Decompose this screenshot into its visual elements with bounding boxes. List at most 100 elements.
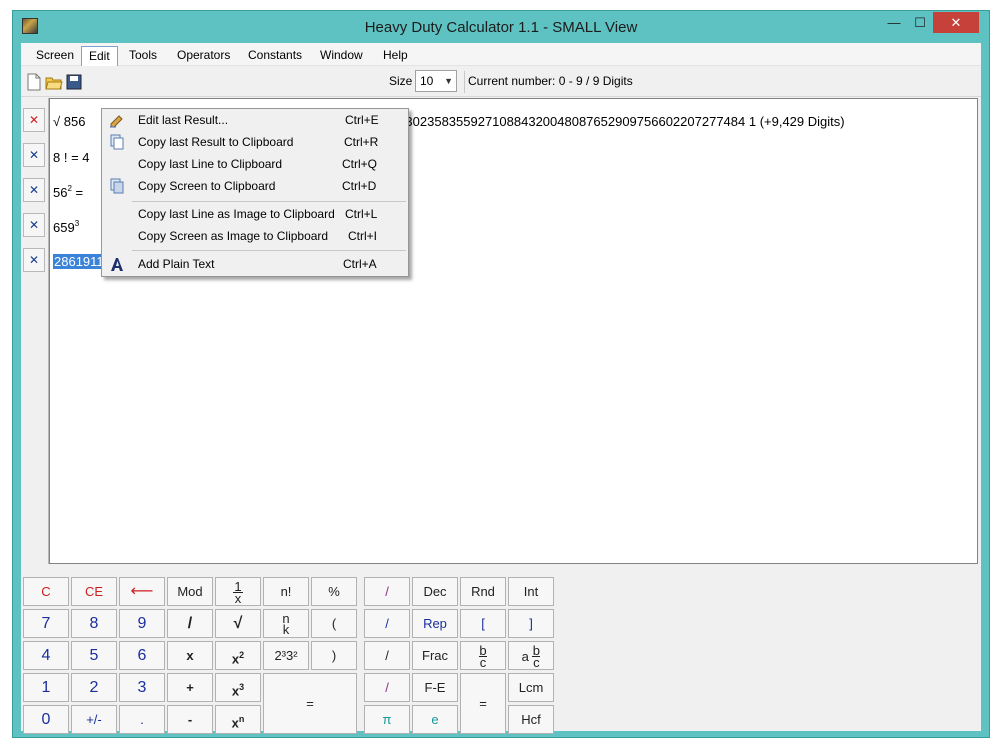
hcf-button[interactable]: Hcf — [508, 705, 554, 734]
toolbar: Size 10 ▼ Current number: 0 - 9 / 9 Digi… — [21, 67, 981, 97]
abc-whole: a — [521, 649, 529, 664]
delete-line-button[interactable]: ✕ — [23, 143, 45, 167]
menu-screen[interactable]: Screen — [29, 46, 81, 66]
menu-copy-last-result[interactable]: Copy last Result to Clipboard Ctrl+R — [103, 131, 407, 153]
menu-constants[interactable]: Constants — [241, 46, 309, 66]
reciprocal-button[interactable]: 1 x — [215, 577, 261, 606]
menu-edit[interactable]: Edit — [81, 46, 118, 66]
frac-divide-button[interactable]: / — [364, 641, 410, 670]
close-button[interactable]: ✕ — [933, 12, 979, 33]
display-line: 8 ! = 4 — [53, 150, 90, 165]
chevron-down-icon: ▼ — [444, 76, 453, 86]
toolbar-separator — [464, 71, 465, 93]
fe-divide-button[interactable]: / — [364, 673, 410, 702]
lcm-button[interactable]: Lcm — [508, 673, 554, 702]
euler-e-button[interactable]: e — [412, 705, 458, 734]
backspace-button[interactable]: ⟵ — [119, 577, 165, 606]
key-0[interactable]: 0 — [23, 705, 69, 734]
decimal-point-button[interactable]: . — [119, 705, 165, 734]
cube-button[interactable]: x3 — [215, 673, 261, 702]
menu-item-label: Copy last Line as Image to Clipboard — [138, 207, 335, 221]
repeat-button[interactable]: Rep — [412, 609, 458, 638]
minimize-button[interactable]: — — [881, 12, 907, 33]
menu-copy-line-as-image[interactable]: Copy last Line as Image to Clipboard Ctr… — [103, 203, 407, 225]
open-folder-icon[interactable] — [45, 73, 63, 91]
menu-tools[interactable]: Tools — [122, 46, 164, 66]
delete-line-button[interactable]: ✕ — [23, 108, 45, 132]
window-title: Heavy Duty Calculator 1.1 - SMALL View — [364, 19, 638, 36]
percent-button[interactable]: % — [311, 577, 357, 606]
square-button[interactable]: x2 — [215, 641, 261, 670]
display-line: 6593 — [53, 219, 79, 235]
multiply-button[interactable]: x — [167, 641, 213, 670]
title-bar[interactable]: Heavy Duty Calculator 1.1 - SMALL View —… — [13, 11, 989, 43]
menu-item-label: Copy last Result to Clipboard — [138, 135, 294, 149]
repeat-divide-button[interactable]: / — [364, 609, 410, 638]
line-suffix: = — [71, 185, 84, 200]
key-4[interactable]: 4 — [23, 641, 69, 670]
open-bracket-button[interactable]: [ — [460, 609, 506, 638]
delete-line-button[interactable]: ✕ — [23, 248, 45, 272]
menu-item-shortcut: Ctrl+I — [348, 229, 378, 243]
app-window: Heavy Duty Calculator 1.1 - SMALL View —… — [12, 10, 990, 738]
sqrt-button[interactable]: √ — [215, 609, 261, 638]
fraction-equals-button[interactable]: = — [460, 673, 506, 734]
factorial-button[interactable]: n! — [263, 577, 309, 606]
power-button[interactable]: xn — [215, 705, 261, 734]
negate-button[interactable]: +/- — [71, 705, 117, 734]
key-1[interactable]: 1 — [23, 673, 69, 702]
size-select[interactable]: 10 ▼ — [415, 70, 457, 92]
delete-line-button[interactable]: ✕ — [23, 178, 45, 202]
power-tower-button[interactable]: 2³3² — [263, 641, 309, 670]
key-9[interactable]: 9 — [119, 609, 165, 638]
a-b-over-c-button[interactable]: a b c — [508, 641, 554, 670]
new-file-icon[interactable] — [25, 73, 43, 91]
edit-dropdown-menu: Edit last Result... Ctrl+E Copy last Res… — [101, 108, 409, 277]
square-exponent: 2 — [239, 650, 245, 660]
menu-item-label: Copy Screen to Clipboard — [138, 179, 276, 193]
menu-copy-last-line[interactable]: Copy last Line to Clipboard Ctrl+Q — [103, 153, 407, 175]
integer-button[interactable]: Int — [508, 577, 554, 606]
key-2[interactable]: 2 — [71, 673, 117, 702]
key-7[interactable]: 7 — [23, 609, 69, 638]
maximize-button[interactable]: ☐ — [907, 12, 933, 33]
menu-help[interactable]: Help — [376, 46, 415, 66]
clear-entry-button[interactable]: CE — [71, 577, 117, 606]
close-bracket-button[interactable]: ] — [508, 609, 554, 638]
divide-button[interactable]: / — [167, 609, 213, 638]
float-exp-button[interactable]: F-E — [412, 673, 458, 702]
menu-window[interactable]: Window — [313, 46, 370, 66]
open-paren-button[interactable]: ( — [311, 609, 357, 638]
menu-item-shortcut: Ctrl+A — [343, 257, 377, 271]
menu-edit-last-result[interactable]: Edit last Result... Ctrl+E — [103, 109, 407, 131]
decimal-button[interactable]: Dec — [412, 577, 458, 606]
key-3[interactable]: 3 — [119, 673, 165, 702]
delete-line-button[interactable]: ✕ — [23, 213, 45, 237]
save-icon[interactable] — [65, 73, 83, 91]
menu-item-shortcut: Ctrl+D — [342, 179, 377, 193]
key-8[interactable]: 8 — [71, 609, 117, 638]
add-button[interactable]: + — [167, 673, 213, 702]
menu-bar: Screen Edit Tools Operators Constants Wi… — [21, 43, 981, 66]
binomial-bottom: k — [282, 622, 290, 637]
pi-button[interactable]: π — [364, 705, 410, 734]
menu-item-label: Copy last Line to Clipboard — [138, 157, 283, 171]
round-button[interactable]: Rnd — [460, 577, 506, 606]
close-paren-button[interactable]: ) — [311, 641, 357, 670]
key-6[interactable]: 6 — [119, 641, 165, 670]
text-a-icon — [111, 258, 123, 271]
clear-button[interactable]: C — [23, 577, 69, 606]
subtract-button[interactable]: - — [167, 705, 213, 734]
line-prefix: 659 — [53, 220, 75, 235]
menu-operators[interactable]: Operators — [170, 46, 237, 66]
binomial-button[interactable]: n k — [263, 609, 309, 638]
equals-button[interactable]: = — [263, 673, 357, 734]
fraction-divide-button[interactable]: / — [364, 577, 410, 606]
fraction-button[interactable]: Frac — [412, 641, 458, 670]
mod-button[interactable]: Mod — [167, 577, 213, 606]
b-over-c-button[interactable]: b c — [460, 641, 506, 670]
menu-add-plain-text[interactable]: Add Plain Text Ctrl+A — [103, 253, 407, 275]
menu-copy-screen[interactable]: Copy Screen to Clipboard Ctrl+D — [103, 175, 407, 197]
menu-copy-screen-as-image[interactable]: Copy Screen as Image to Clipboard Ctrl+I — [103, 225, 407, 247]
key-5[interactable]: 5 — [71, 641, 117, 670]
